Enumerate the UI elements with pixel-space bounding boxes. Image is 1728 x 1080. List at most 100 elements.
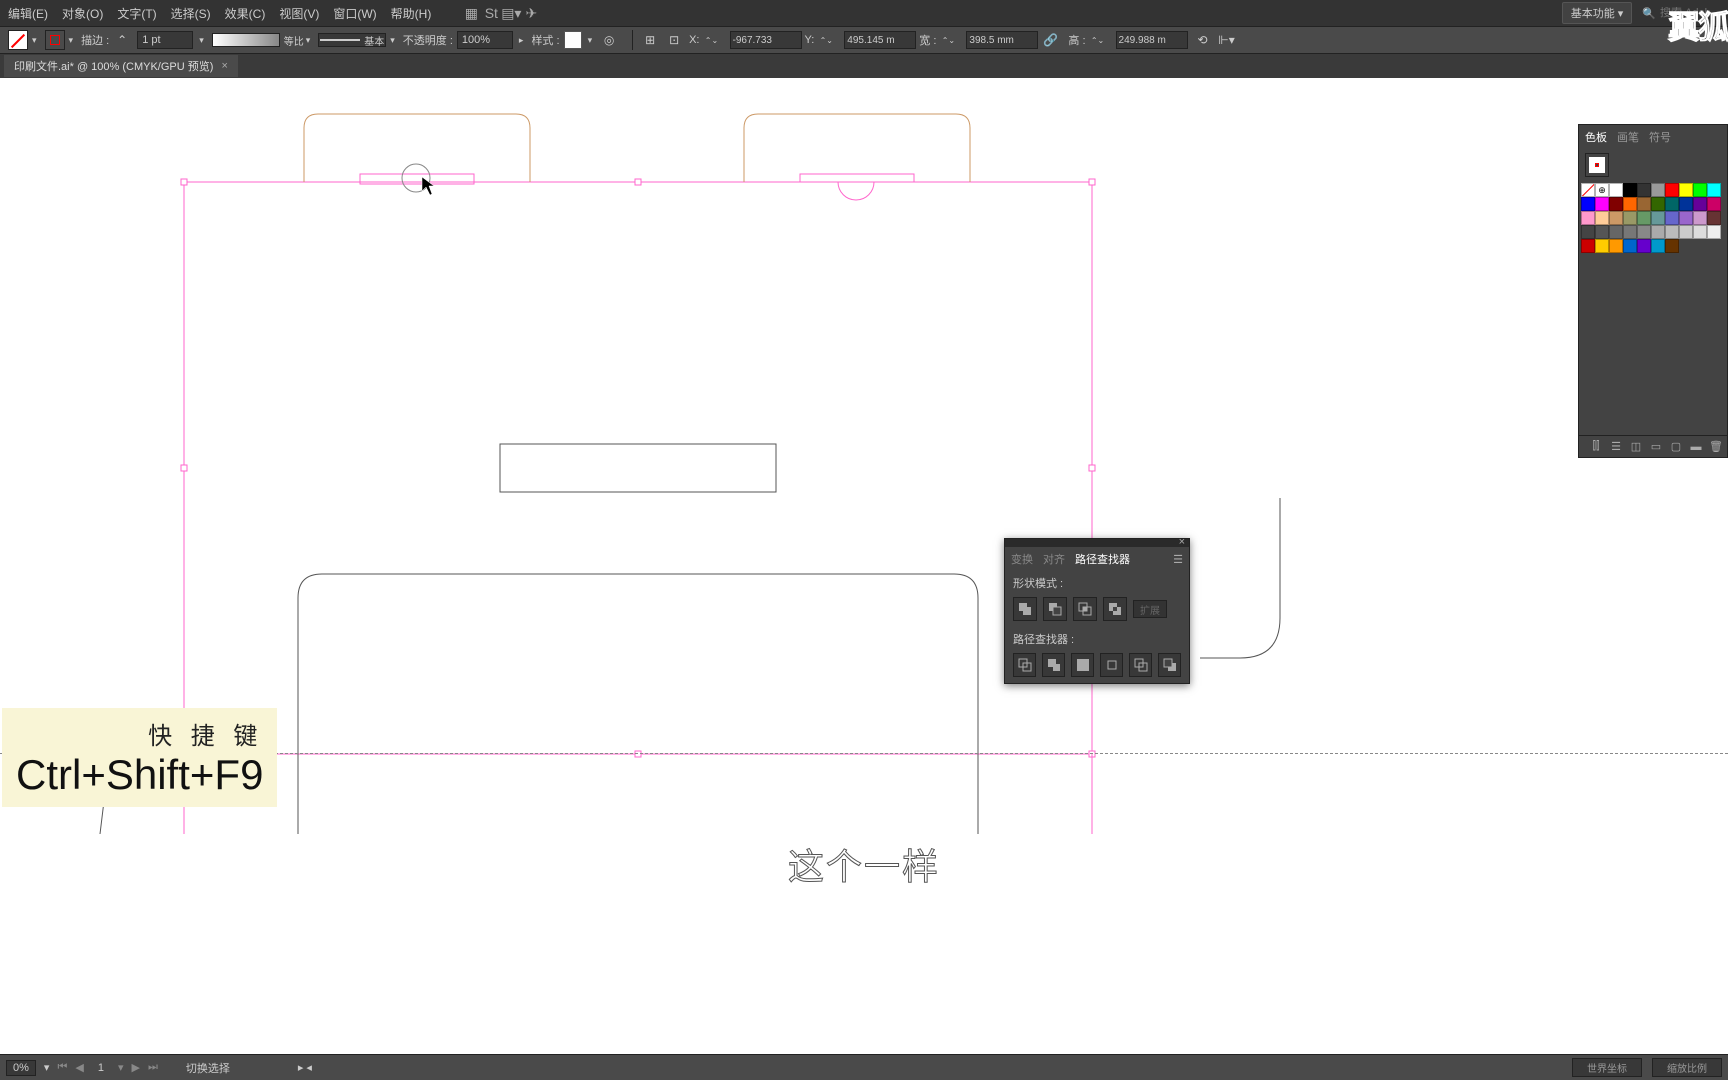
- swatch-color[interactable]: [1609, 239, 1623, 253]
- tab-symbols[interactable]: 符号: [1649, 129, 1671, 145]
- swatch-color[interactable]: [1665, 197, 1679, 211]
- swatch-color[interactable]: [1581, 239, 1595, 253]
- swatch-color[interactable]: [1637, 197, 1651, 211]
- swatch-color[interactable]: [1679, 183, 1693, 197]
- swatch-color[interactable]: [1637, 211, 1651, 225]
- swatch-color[interactable]: [1693, 225, 1707, 239]
- intersect-button[interactable]: [1073, 597, 1097, 621]
- swatch-color[interactable]: [1707, 197, 1721, 211]
- shape-icon[interactable]: ⊡: [665, 31, 683, 49]
- opacity-dd[interactable]: ▸: [519, 35, 524, 46]
- divide-button[interactable]: [1013, 653, 1036, 677]
- swatches-panel[interactable]: 色板 画笔 符号 ⫿⫿ ☰ ◫ ▭ ▢ ▬ 🗑: [1578, 124, 1728, 458]
- swatch-color[interactable]: [1623, 183, 1637, 197]
- swatch-color[interactable]: [1693, 211, 1707, 225]
- swatch-color[interactable]: [1707, 183, 1721, 197]
- stroke-profile-dd[interactable]: ▾: [306, 35, 311, 46]
- menu-edit[interactable]: 编辑(E): [8, 5, 48, 22]
- swatch-preview[interactable]: [1585, 153, 1609, 177]
- pathfinder-panel[interactable]: 变换 对齐 路径查找器 ☰ 形状模式 : 扩展 路径查找器 :: [1004, 538, 1190, 684]
- swatch-color[interactable]: [1651, 225, 1665, 239]
- menu-icon[interactable]: ☰: [1609, 440, 1623, 454]
- stroke-dropdown[interactable]: ▾: [69, 35, 74, 46]
- transform-icon[interactable]: ⟲: [1194, 31, 1212, 49]
- recolor-icon[interactable]: ◎: [600, 31, 618, 49]
- swatch-color[interactable]: [1693, 197, 1707, 211]
- y-input[interactable]: [844, 31, 916, 49]
- gpu-icon[interactable]: ✈: [521, 3, 541, 23]
- tab-swatches[interactable]: 色板: [1585, 129, 1607, 145]
- swatch-color[interactable]: [1609, 211, 1623, 225]
- swatch-color[interactable]: [1693, 183, 1707, 197]
- menu-view[interactable]: 视图(V): [279, 5, 319, 22]
- fill-swatch[interactable]: [8, 30, 28, 50]
- swatch-color[interactable]: [1665, 225, 1679, 239]
- swatch-color[interactable]: [1651, 239, 1665, 253]
- lib-icon[interactable]: ⫿⫿: [1589, 440, 1603, 454]
- menu-effect[interactable]: 效果(C): [225, 5, 266, 22]
- new-icon[interactable]: ▢: [1669, 440, 1683, 454]
- swatch-color[interactable]: [1637, 225, 1651, 239]
- swatch-color[interactable]: [1707, 225, 1721, 239]
- swatch-color[interactable]: [1609, 225, 1623, 239]
- style-swatch[interactable]: [564, 31, 582, 49]
- swatch-color[interactable]: [1665, 211, 1679, 225]
- brush-def[interactable]: 基本: [318, 33, 386, 47]
- outline-button[interactable]: [1129, 653, 1152, 677]
- coord-mode[interactable]: 世界坐标: [1572, 1058, 1642, 1077]
- tab-transform[interactable]: 变换: [1011, 551, 1033, 567]
- swatch-color[interactable]: [1623, 197, 1637, 211]
- h-input[interactable]: [1116, 31, 1188, 49]
- nav-last-icon[interactable]: ⏭: [148, 1061, 158, 1074]
- style-dd[interactable]: ▾: [588, 35, 593, 46]
- w-stepper-icon[interactable]: ⌃⌄: [939, 31, 957, 49]
- stock-icon[interactable]: St: [481, 3, 501, 23]
- x-stepper-icon[interactable]: ⌃⌄: [703, 31, 721, 49]
- swatch-color[interactable]: [1637, 239, 1651, 253]
- swatch-color[interactable]: [1665, 183, 1679, 197]
- minus-front-button[interactable]: [1043, 597, 1067, 621]
- menu-help[interactable]: 帮助(H): [391, 5, 432, 22]
- align-icon[interactable]: ⊞: [641, 31, 659, 49]
- swatch-color[interactable]: [1651, 183, 1665, 197]
- trim-button[interactable]: [1042, 653, 1065, 677]
- more-icon[interactable]: ⊩▾: [1218, 31, 1236, 49]
- w-input[interactable]: [966, 31, 1038, 49]
- brush-dd[interactable]: ▾: [390, 35, 395, 46]
- swatch-color[interactable]: [1651, 197, 1665, 211]
- link-wh-icon[interactable]: 🔗: [1041, 31, 1059, 49]
- swatch-color[interactable]: [1679, 211, 1693, 225]
- swatch-registration[interactable]: [1595, 183, 1609, 197]
- panel-menu-icon[interactable]: ☰: [1173, 553, 1183, 566]
- zoom-dd[interactable]: ▾: [44, 1061, 50, 1074]
- swatch-color[interactable]: [1581, 211, 1595, 225]
- swatch-color[interactable]: [1679, 225, 1693, 239]
- nav-first-icon[interactable]: ⏮: [57, 1061, 67, 1074]
- swatch-color[interactable]: [1623, 225, 1637, 239]
- swatch-color[interactable]: [1595, 197, 1609, 211]
- swatch-color[interactable]: [1581, 225, 1595, 239]
- exclude-button[interactable]: [1103, 597, 1127, 621]
- swatch-color[interactable]: [1581, 197, 1595, 211]
- stroke-weight-dd[interactable]: ▾: [199, 35, 204, 46]
- nav-prev-icon[interactable]: ◀: [75, 1061, 83, 1074]
- zoom-level[interactable]: 0%: [6, 1060, 36, 1076]
- swatch-color[interactable]: [1609, 197, 1623, 211]
- stroke-swatch[interactable]: [45, 30, 65, 50]
- arrange-icon[interactable]: ▤▾: [501, 3, 521, 23]
- crop-button[interactable]: [1100, 653, 1123, 677]
- swatch-color[interactable]: [1595, 239, 1609, 253]
- swatch-color[interactable]: [1609, 183, 1623, 197]
- swatch-color[interactable]: [1623, 211, 1637, 225]
- stroke-profile[interactable]: [212, 33, 280, 47]
- swatch-color[interactable]: [1651, 211, 1665, 225]
- swatch-color[interactable]: [1679, 197, 1693, 211]
- menu-select[interactable]: 选择(S): [171, 5, 211, 22]
- swatch-color[interactable]: [1665, 239, 1679, 253]
- folder-icon[interactable]: ▬: [1689, 440, 1703, 454]
- stroke-weight-input[interactable]: [137, 31, 193, 49]
- swatch-none[interactable]: [1581, 183, 1595, 197]
- scroll-left-icon[interactable]: ▸ ◂: [298, 1061, 312, 1074]
- expand-button[interactable]: 扩展: [1133, 600, 1167, 618]
- h-stepper-icon[interactable]: ⌃⌄: [1089, 31, 1107, 49]
